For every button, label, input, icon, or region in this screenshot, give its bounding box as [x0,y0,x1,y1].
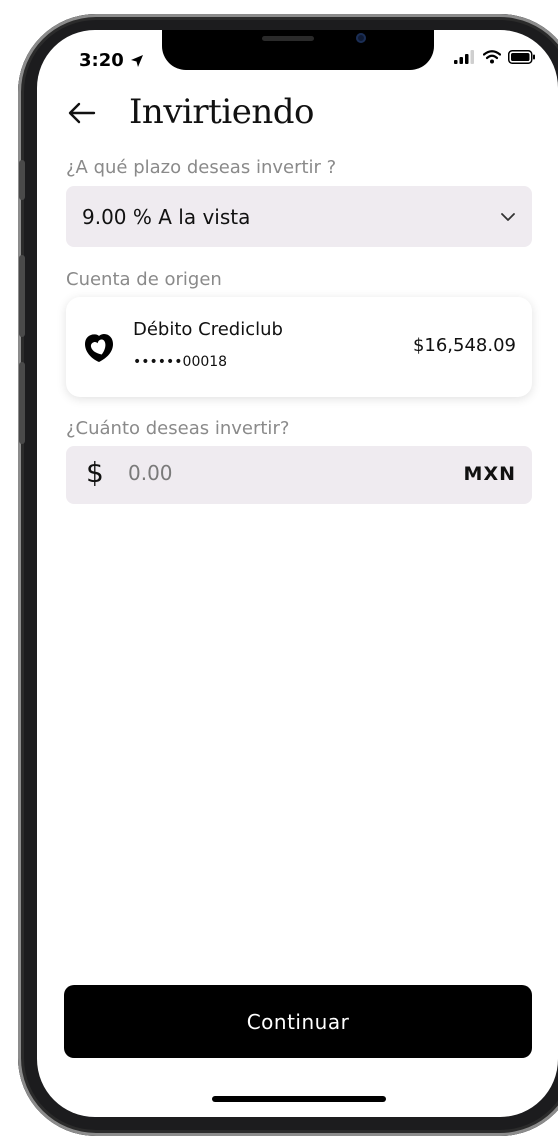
signal-icon [454,50,474,64]
mute-switch [19,160,25,200]
wifi-icon [483,50,501,64]
app-screen: 3:20 Invirtiendo ¿A qué plazo deseas inv… [37,30,558,1117]
battery-icon [508,50,535,64]
home-indicator [212,1096,386,1102]
status-time-text: 3:20 [79,50,124,71]
amount-label: ¿Cuánto deseas invertir? [66,418,290,439]
account-balance: $16,548.09 [412,335,516,356]
status-time: 3:20 [79,50,144,71]
back-button[interactable] [65,96,99,130]
crediclub-logo-icon [85,334,113,362]
back-arrow-icon [68,102,96,124]
status-indicators [454,50,536,64]
volume-up-button [19,255,25,337]
volume-down-button [19,362,25,444]
dollar-sign-icon: $ [86,456,104,489]
term-selected-value: 9.00 % A la vista [82,204,251,229]
term-select[interactable]: 9.00 % A la vista [66,186,532,247]
page-title: Invirtiendo [129,92,314,132]
account-number: ••••••00018 [133,354,228,370]
location-arrow-icon [130,54,143,67]
amount-input[interactable] [128,461,428,485]
source-account-card[interactable]: Débito Crediclub ••••••00018 $16,548.09 [66,297,532,397]
chevron-down-icon [501,212,515,221]
currency-code: MXN [463,463,516,485]
continue-button[interactable]: Continuar [64,985,532,1058]
notch [162,30,434,70]
source-account-label: Cuenta de origen [66,269,222,290]
front-camera [356,33,366,43]
account-name: Débito Crediclub [133,319,283,340]
amount-field[interactable]: $ MXN [66,446,532,504]
speaker [262,36,314,41]
term-label: ¿A qué plazo deseas invertir ? [66,157,337,178]
